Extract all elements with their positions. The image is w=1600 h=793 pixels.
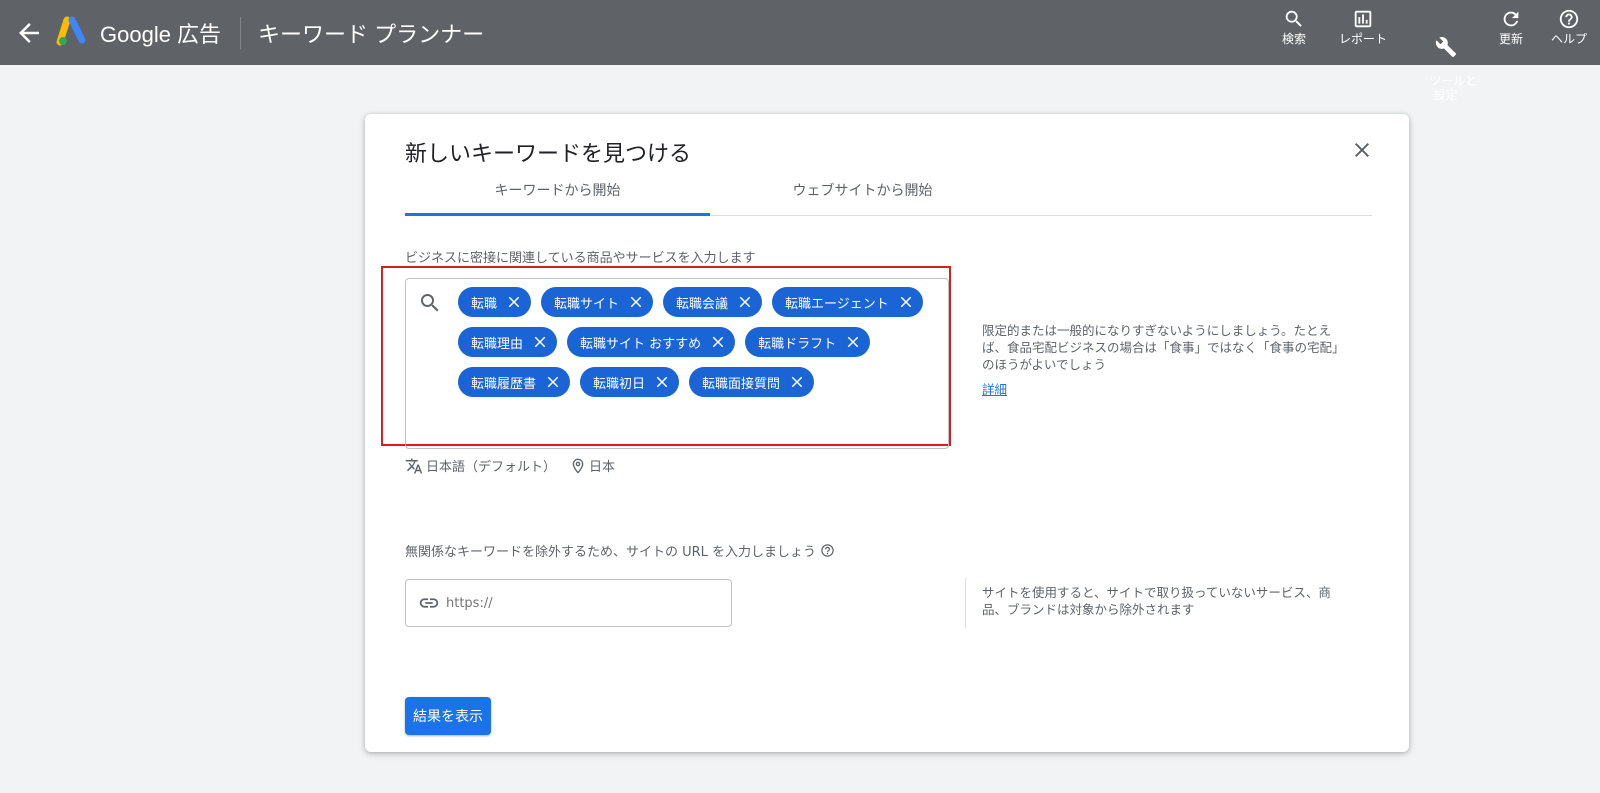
- remove-chip-icon[interactable]: [734, 291, 756, 313]
- remove-chip-icon[interactable]: [529, 331, 551, 353]
- tab-start-with-keywords[interactable]: キーワードから開始: [405, 180, 710, 200]
- keyword-chip: 転職理由: [458, 327, 558, 357]
- dialog-title: 新しいキーワードを見つける: [405, 141, 692, 166]
- show-results-button[interactable]: 結果を表示: [405, 697, 491, 735]
- keyword-ideas-dialog: 新しいキーワードを見つける キーワードから開始 ウェブサイトから開始 ビジネスに…: [365, 114, 1409, 752]
- learn-more-link[interactable]: 詳細: [982, 379, 1007, 398]
- tool-label: 更新: [1499, 32, 1524, 46]
- keyword-chip: 転職エージェント: [772, 287, 923, 317]
- help-icon[interactable]: [820, 543, 835, 558]
- link-icon: [419, 598, 439, 608]
- remove-chip-icon[interactable]: [786, 371, 808, 393]
- chip-row: 転職 転職サイト 転職会議 転職エージェント: [458, 287, 938, 317]
- search-icon: [421, 294, 439, 312]
- chip-label: 転職ドラフト: [758, 336, 837, 352]
- keyword-chip: 転職面接質問: [689, 367, 815, 397]
- page-title: キーワード プランナー: [258, 22, 485, 47]
- keyword-chip: 転職: [458, 287, 532, 317]
- tools-settings-button[interactable]: ツールと 設定: [1414, 8, 1477, 116]
- remove-chip-icon[interactable]: [503, 291, 525, 313]
- active-tab-indicator: [405, 213, 710, 216]
- url-hint-divider: [965, 578, 966, 628]
- wrench-icon: [1435, 37, 1456, 58]
- top-app-bar: Google 広告 キーワード プランナー 検索 レポート ツールと 設定 更新…: [0, 0, 1600, 102]
- chip-label: 転職理由: [471, 336, 524, 352]
- chip-label: 転職会議: [676, 296, 729, 312]
- url-hint: サイトを使用すると、サイトで取り扱っていないサービス、商品、ブランドは対象から除…: [982, 585, 1331, 617]
- refresh-tool-button[interactable]: 更新: [1499, 8, 1523, 46]
- refresh-icon: [1503, 11, 1519, 27]
- close-icon[interactable]: [1350, 138, 1374, 162]
- remove-chip-icon[interactable]: [842, 331, 864, 353]
- keyword-chips: 転職 転職サイト 転職会議 転職エージェント 転職理由 転職サイト おすすめ 転…: [458, 287, 938, 407]
- tool-label: ヘルプ: [1551, 32, 1588, 46]
- keyword-chip: 転職会議: [663, 287, 763, 317]
- chip-label: 転職: [471, 296, 498, 312]
- reports-tool-button[interactable]: レポート: [1339, 8, 1387, 46]
- search-icon: [1285, 10, 1302, 27]
- tool-label: レポート: [1339, 32, 1388, 46]
- chip-label: 転職履歴書: [471, 376, 537, 392]
- remove-chip-icon[interactable]: [625, 291, 647, 313]
- language-value[interactable]: 日本語（デフォルト）: [426, 456, 556, 475]
- google-ads-logo-icon: [56, 16, 86, 46]
- help-icon: [1559, 9, 1579, 29]
- search-tool-button[interactable]: 検索: [1282, 8, 1306, 46]
- language-location-row: 日本語（デフォルト） 日本: [405, 456, 615, 475]
- keywords-label: ビジネスに密接に関連している商品やサービスを入力します: [405, 251, 756, 266]
- tool-label: ツールと 設定: [1429, 74, 1478, 102]
- remove-chip-icon[interactable]: [542, 371, 564, 393]
- keyword-chip: 転職サイト: [541, 287, 654, 317]
- chip-row: 転職理由 転職サイト おすすめ 転職ドラフト: [458, 327, 938, 357]
- help-tool-button[interactable]: ヘルプ: [1551, 8, 1587, 46]
- tool-label: 検索: [1282, 32, 1307, 46]
- tab-start-with-website[interactable]: ウェブサイトから開始: [710, 180, 1015, 200]
- keywords-input[interactable]: 転職 転職サイト 転職会議 転職エージェント 転職理由 転職サイト おすすめ 転…: [405, 278, 949, 449]
- header-divider: [240, 17, 241, 49]
- location-pin-icon[interactable]: [570, 458, 586, 474]
- translate-icon[interactable]: [405, 457, 423, 475]
- remove-chip-icon[interactable]: [707, 331, 729, 353]
- keyword-chip: 転職履歴書: [458, 367, 571, 397]
- keyword-chip: 転職初日: [580, 367, 680, 397]
- url-label: 無関係なキーワードを除外するため、サイトの URL を入力しましょう: [405, 545, 817, 560]
- url-field[interactable]: [405, 579, 732, 627]
- chip-label: 転職面接質問: [702, 376, 781, 392]
- keyword-chip: 転職サイト おすすめ: [567, 327, 736, 357]
- brand-name: Google 広告: [100, 22, 222, 47]
- chip-label: 転職サイト: [554, 296, 620, 312]
- chip-label: 転職初日: [593, 376, 646, 392]
- url-label-row: 無関係なキーワードを除外するため、サイトの URL を入力しましょう: [405, 541, 835, 560]
- url-input[interactable]: [446, 595, 696, 611]
- chip-label: 転職エージェント: [785, 296, 889, 312]
- chip-row: 転職履歴書 転職初日 転職面接質問: [458, 367, 938, 397]
- remove-chip-icon[interactable]: [651, 371, 673, 393]
- chip-label: 転職サイト おすすめ: [580, 336, 702, 352]
- keyword-chip: 転職ドラフト: [745, 327, 871, 357]
- keyword-hint: 限定的または一般的になりすぎないようにしましょう。たとえば、食品宅配ビジネスの場…: [982, 323, 1339, 372]
- bar-chart-icon: [1354, 10, 1372, 28]
- location-value[interactable]: 日本: [589, 456, 615, 475]
- back-arrow-icon[interactable]: [14, 18, 44, 48]
- remove-chip-icon[interactable]: [895, 291, 917, 313]
